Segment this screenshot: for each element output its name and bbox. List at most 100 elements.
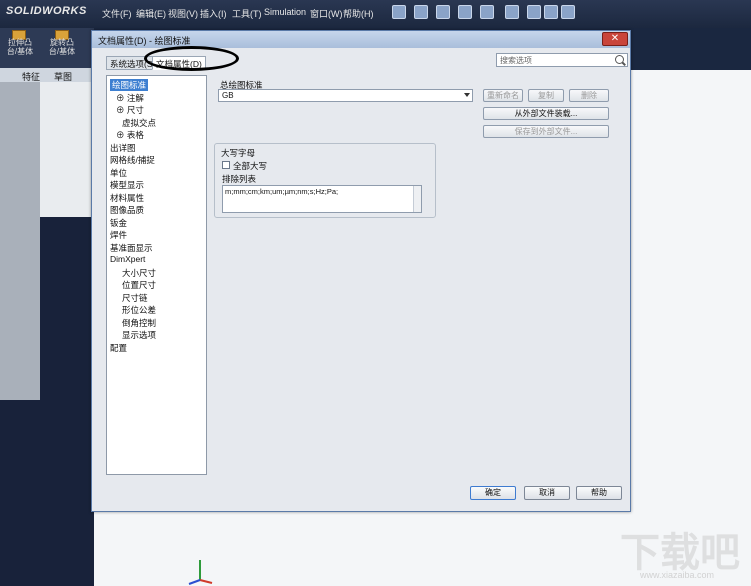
drafting-standard-select[interactable]: GB — [218, 89, 473, 102]
save-icon[interactable] — [436, 5, 450, 19]
options-icon[interactable] — [561, 5, 575, 19]
rename-button[interactable]: 重新命名 — [483, 89, 523, 102]
watermark-url: www.xiazaiba.com — [640, 570, 715, 580]
load-from-file-button[interactable]: 从外部文件装载... — [483, 107, 609, 120]
tree-item[interactable]: 倒角控制 — [122, 317, 156, 329]
textarea-scrollbar[interactable] — [413, 186, 421, 212]
rebuild-icon[interactable] — [527, 5, 541, 19]
undo-icon[interactable] — [480, 5, 494, 19]
dark-background — [0, 400, 94, 586]
graphics-area — [630, 70, 751, 586]
tree-item[interactable]: ⊕ 尺寸 — [116, 104, 144, 116]
tree-item[interactable]: 显示选项 — [122, 329, 156, 341]
print-icon[interactable] — [458, 5, 472, 19]
select-icon[interactable] — [505, 5, 519, 19]
menu-bar: SOLIDWORKS 文件(F) 编辑(E) 视图(V) 插入(I) 工具(T)… — [0, 0, 751, 28]
dialog-titlebar[interactable]: 文档属性(D) - 绘图标准 ✕ — [92, 31, 630, 48]
search-placeholder: 搜索选项 — [500, 56, 532, 65]
tree-item-label: 表格 — [126, 130, 144, 140]
tab-features[interactable]: 特征 — [18, 69, 44, 82]
revolve-boss-button[interactable]: 旋转凸台/基体 — [46, 38, 78, 56]
tree-item-label: 倒角控制 — [122, 317, 157, 328]
menu-help[interactable]: 帮助(H) — [343, 7, 374, 20]
exclusion-list-textarea[interactable]: m;mm;cm;km;um;µm;nm;s;Hz;Pa; — [222, 185, 422, 213]
tree-item[interactable]: 大小尺寸 — [122, 267, 156, 279]
left-toolbar — [0, 82, 40, 402]
tree-item[interactable]: 基准面显示 — [110, 242, 153, 254]
file-properties-icon[interactable] — [544, 5, 558, 19]
menu-window[interactable]: 窗口(W) — [310, 7, 343, 20]
tree-item-label: 材料属性 — [110, 192, 145, 203]
tree-item-label: 出详图 — [110, 142, 136, 153]
save-to-file-button[interactable]: 保存到外部文件... — [483, 125, 609, 138]
all-caps-checkbox[interactable] — [222, 161, 230, 169]
delete-button[interactable]: 删除 — [569, 89, 609, 102]
tree-item-label: 网格线/捕捉 — [110, 155, 155, 165]
tree-item[interactable]: 单位 — [110, 167, 127, 179]
axis-triad-icon — [188, 560, 213, 585]
menu-simulation[interactable]: Simulation — [264, 7, 306, 17]
expand-icon[interactable]: ⊕ — [116, 93, 127, 103]
tree-item-label: 图像品质 — [110, 205, 145, 215]
tree-item-label: 焊件 — [110, 230, 128, 240]
tree-item-label: 绘图标准 — [112, 80, 147, 90]
tree-item[interactable]: 绘图标准 — [110, 79, 149, 91]
tree-item-label: 位置尺寸 — [122, 280, 157, 290]
tree-item[interactable]: 材料属性 — [110, 192, 144, 204]
exclusion-list-label: 排除列表 — [222, 174, 257, 184]
tree-item-label: 尺寸链 — [122, 292, 148, 303]
exclusion-list-value: m;mm;cm;km;um;µm;nm;s;Hz;Pa; — [225, 187, 339, 196]
open-file-icon[interactable] — [414, 5, 428, 19]
tree-item-label: 单位 — [110, 167, 128, 178]
close-button[interactable]: ✕ — [602, 32, 628, 46]
tree-item[interactable]: DimXpert — [110, 254, 145, 264]
tree-item-label: 显示选项 — [122, 330, 157, 340]
tree-item[interactable]: 模型显示 — [110, 179, 144, 191]
dialog-title: 文档属性(D) - 绘图标准 — [98, 36, 191, 46]
tree-item-label: 配置 — [110, 342, 128, 353]
tree-item[interactable]: 钣金 — [110, 217, 127, 229]
tree-item-label: 大小尺寸 — [122, 267, 157, 278]
tree-item-label: 虚拟交点 — [122, 117, 157, 128]
uppercase-label: 大写字母 — [221, 148, 256, 158]
extrude-boss-button[interactable]: 拉伸凸台/基体 — [4, 38, 36, 56]
search-input[interactable]: 搜索选项 — [496, 53, 628, 67]
tree-item[interactable]: ⊕ 注解 — [116, 92, 144, 104]
copy-button[interactable]: 复制 — [528, 89, 564, 102]
tree-item[interactable]: 图像品质 — [110, 204, 144, 216]
tree-item[interactable]: 位置尺寸 — [122, 279, 156, 291]
tree-item[interactable]: 配置 — [110, 342, 127, 354]
help-button[interactable]: 帮助 — [576, 486, 622, 500]
expand-icon[interactable]: ⊕ — [116, 105, 127, 115]
chevron-down-icon — [464, 93, 470, 97]
tree-item[interactable]: 虚拟交点 — [122, 117, 156, 129]
new-file-icon[interactable] — [392, 5, 406, 19]
menu-insert[interactable]: 插入(I) — [200, 7, 227, 20]
feature-tree-pane — [40, 82, 94, 217]
tree-item-label: 钣金 — [110, 217, 128, 228]
menu-edit[interactable]: 编辑(E) — [136, 7, 166, 20]
tree-item[interactable]: 形位公差 — [122, 304, 156, 316]
tree-item-label: DimXpert — [110, 254, 146, 264]
search-icon[interactable] — [615, 55, 624, 64]
tree-item[interactable]: 网格线/捕捉 — [110, 154, 155, 166]
solidworks-logo: SOLIDWORKS — [6, 5, 87, 17]
tree-item-label: 模型显示 — [110, 180, 145, 190]
highlight-annotation — [144, 46, 239, 71]
graphics-area-bottom — [94, 512, 634, 586]
tree-item[interactable]: 尺寸链 — [122, 292, 148, 304]
ok-button[interactable]: 确定 — [470, 486, 516, 500]
tree-item[interactable]: 出详图 — [110, 142, 136, 154]
tab-sketch[interactable]: 草图 — [50, 69, 76, 82]
tree-item-label: 注解 — [126, 92, 144, 103]
tree-item-label: 基准面显示 — [110, 242, 153, 253]
tree-item[interactable]: 焊件 — [110, 229, 127, 241]
tree-item[interactable]: ⊕ 表格 — [116, 129, 144, 141]
menu-view[interactable]: 视图(V) — [168, 7, 198, 20]
expand-icon[interactable]: ⊕ — [116, 130, 127, 140]
all-caps-label: 全部大写 — [233, 161, 268, 171]
menu-tools[interactable]: 工具(T) — [232, 7, 262, 20]
cancel-button[interactable]: 取消 — [524, 486, 570, 500]
document-properties-dialog: 文档属性(D) - 绘图标准 ✕ 系统选项(S) 文档属性(D) 搜索选项 绘图… — [91, 30, 631, 512]
menu-file[interactable]: 文件(F) — [102, 7, 132, 20]
